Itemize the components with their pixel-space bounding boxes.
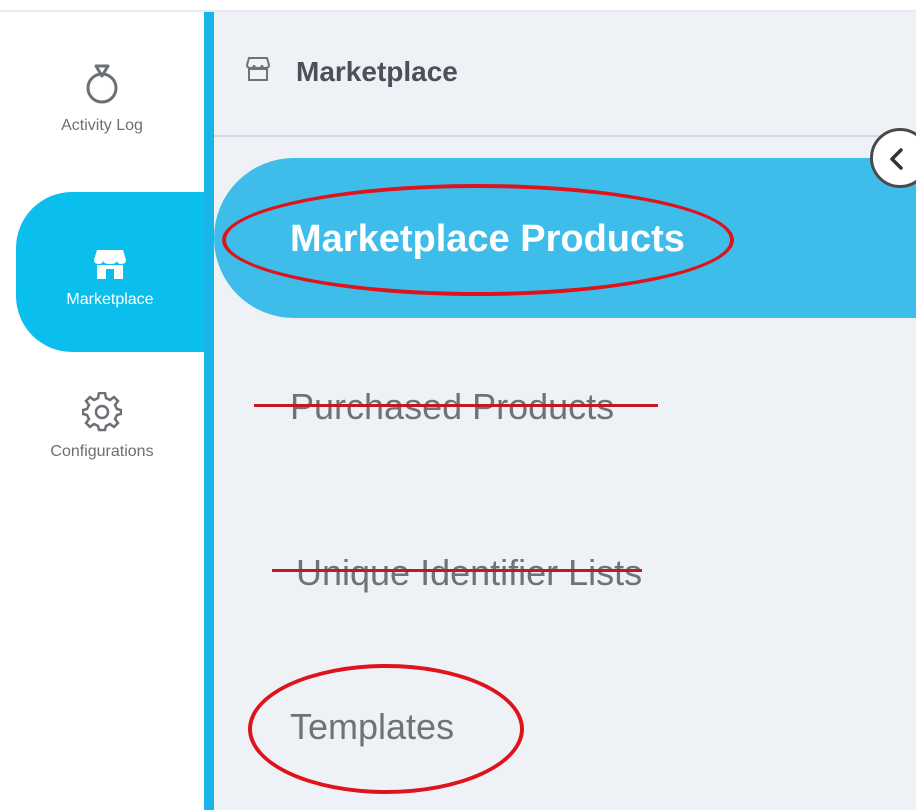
nav-item-purchased-products[interactable]: Purchased Products	[290, 386, 614, 428]
icon-rail: Activity Log Marketplace Configurations	[0, 12, 204, 810]
panel-divider	[204, 12, 214, 810]
strikethrough-mark	[254, 404, 658, 407]
rail-label-configurations: Configurations	[50, 443, 154, 460]
rail-label-activity-log: Activity Log	[61, 117, 143, 134]
rail-label-marketplace: Marketplace	[66, 291, 154, 308]
nav-item-unique-identifier-lists[interactable]: Unique Identifier Lists	[296, 552, 642, 594]
nav-item-templates[interactable]: Templates	[290, 706, 454, 748]
marketplace-panel: Marketplace Marketplace Products Purchas…	[214, 12, 916, 810]
panel-title: Marketplace	[296, 56, 458, 87]
chevron-left-icon	[890, 148, 903, 170]
gear-icon	[0, 391, 204, 437]
store-icon	[16, 192, 204, 285]
store-icon	[245, 56, 271, 87]
rail-item-activity-log[interactable]: Activity Log	[0, 62, 204, 135]
panel-header: Marketplace	[214, 12, 916, 137]
nav-item-marketplace-products[interactable]: Marketplace Products	[290, 218, 685, 261]
stopwatch-icon	[0, 62, 204, 111]
rail-item-configurations[interactable]: Configurations	[0, 391, 204, 461]
rail-item-marketplace[interactable]: Marketplace	[16, 192, 204, 352]
strikethrough-mark	[272, 569, 642, 572]
top-bar	[0, 0, 916, 12]
